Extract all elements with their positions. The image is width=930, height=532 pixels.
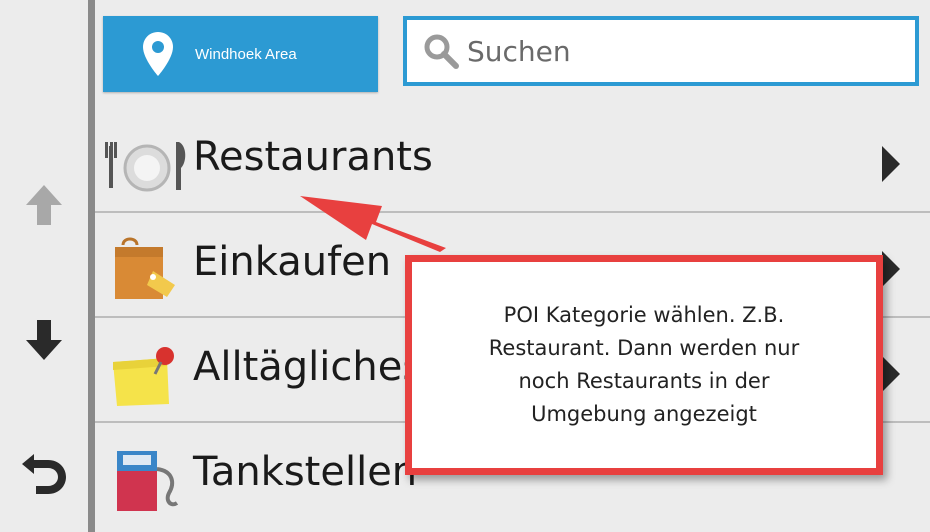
top-bar: Windhoek Area Suchen: [95, 0, 930, 100]
search-icon: [424, 34, 459, 69]
restaurant-icon: [105, 142, 186, 192]
sticky-note-icon: [113, 347, 174, 406]
category-label: Tankstellen: [193, 449, 418, 495]
back-button[interactable]: [14, 440, 74, 500]
nav-strip: [0, 0, 88, 532]
chevron-right-icon: [882, 356, 900, 392]
annotation-line: POI Kategorie wählen. Z.B.: [503, 303, 785, 327]
location-label: Windhoek Area: [195, 45, 297, 63]
scroll-down-button[interactable]: [14, 310, 74, 370]
strip-divider: [88, 0, 95, 532]
category-label: Restaurants: [193, 134, 433, 180]
chevron-right-icon: [882, 251, 900, 287]
annotation-line: Restaurant. Dann werden nur: [488, 336, 800, 360]
arrow-up-icon: [26, 185, 62, 225]
scroll-up-button[interactable]: [14, 175, 74, 235]
annotation-text: POI Kategorie wählen. Z.B. Restaurant. D…: [444, 299, 844, 431]
annotation-callout: POI Kategorie wählen. Z.B. Restaurant. D…: [405, 255, 883, 475]
category-label: Alltägliches: [193, 344, 424, 390]
arrow-down-icon: [26, 320, 62, 360]
fuel-pump-icon: [117, 451, 179, 511]
category-label: Einkaufen: [193, 239, 392, 285]
location-button[interactable]: Windhoek Area: [103, 16, 378, 92]
annotation-line: noch Restaurants in der: [518, 369, 770, 393]
category-row-restaurants[interactable]: Restaurants: [95, 108, 930, 213]
search-input[interactable]: Suchen: [403, 16, 919, 86]
shopping-bag-icon: [115, 237, 175, 299]
chevron-right-icon: [882, 146, 900, 182]
back-icon: [22, 454, 66, 494]
map-pin-icon: [143, 32, 173, 76]
annotation-line: Umgebung angezeigt: [531, 402, 757, 426]
search-placeholder: Suchen: [467, 34, 571, 68]
